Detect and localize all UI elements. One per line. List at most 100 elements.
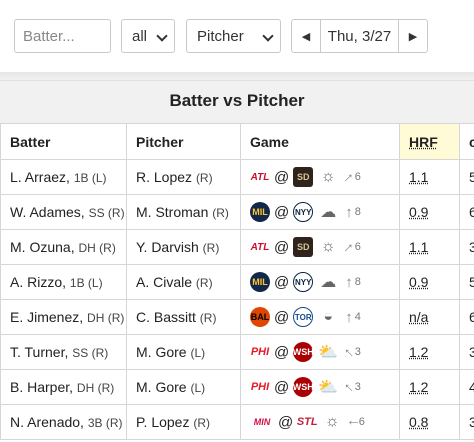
- hrf-value[interactable]: 1.1: [409, 239, 428, 255]
- wind-indicator: ↑ 4: [345, 309, 361, 326]
- wind-arrow-icon: ↑: [345, 308, 353, 326]
- table-row[interactable]: L. Arraez, 1B (L) R. Lopez (R) ATL @ SD ☼ ↑ 6 1.…: [0, 159, 474, 195]
- batter-name[interactable]: M. Ozuna,: [10, 239, 75, 255]
- pitcher-hand: (R): [195, 171, 213, 185]
- batter-cell[interactable]: E. Jimenez, DH (R): [0, 299, 127, 335]
- hrf-cell: 1.1: [399, 159, 460, 195]
- away-team-logo[interactable]: MIL: [250, 272, 270, 292]
- column-header-pitcher[interactable]: Pitcher: [126, 123, 241, 160]
- pitcher-cell[interactable]: M. Gore (L): [126, 334, 241, 370]
- wind-indicator: ↑ 3: [340, 343, 361, 360]
- divider: [0, 72, 474, 80]
- pitcher-cell[interactable]: R. Lopez (R): [126, 159, 241, 195]
- at-symbol: @: [274, 343, 290, 361]
- table-row[interactable]: W. Adames, SS (R) M. Stroman (R) MIL @ NYY ☁ ↑…: [0, 194, 474, 230]
- batter-cell[interactable]: L. Arraez, 1B (L): [0, 159, 127, 195]
- next-date-button[interactable]: ▶: [398, 20, 427, 52]
- hrf-value[interactable]: n/a: [409, 309, 428, 325]
- batter-search-input[interactable]: Batter...: [14, 19, 111, 53]
- batter-name[interactable]: L. Arraez,: [10, 169, 70, 185]
- away-team-logo[interactable]: PHI: [250, 377, 270, 397]
- batter-cell[interactable]: N. Arenado, 3B (R): [0, 404, 127, 440]
- batter-cell[interactable]: M. Ozuna, DH (R): [0, 229, 127, 265]
- home-team-logo[interactable]: SD: [293, 167, 314, 187]
- batter-cell[interactable]: B. Harper, DH (R): [0, 369, 127, 405]
- pitcher-name[interactable]: M. Stroman: [136, 204, 208, 220]
- away-team-logo[interactable]: ATL: [250, 237, 270, 257]
- prev-date-button[interactable]: ◀: [292, 20, 321, 52]
- pitcher-cell[interactable]: A. Civale (R): [126, 264, 241, 300]
- pitcher-cell[interactable]: Y. Darvish (R): [126, 229, 241, 265]
- home-team-logo[interactable]: TOR: [293, 307, 314, 327]
- wind-arrow-icon: ↑: [344, 418, 362, 426]
- column-header-batter[interactable]: Batter: [0, 123, 127, 160]
- at-symbol: @: [274, 238, 290, 256]
- batter-cell[interactable]: A. Rizzo, 1B (L): [0, 264, 127, 300]
- hrf-value[interactable]: 0.9: [409, 204, 428, 220]
- pitcher-cell[interactable]: M. Gore (L): [126, 369, 241, 405]
- wind-indicator: ↑ 6: [340, 238, 361, 255]
- filter-bar: Batter... all Pitcher ◀ Thu, 3/27 ▶: [0, 0, 474, 72]
- date-label[interactable]: Thu, 3/27: [321, 28, 398, 45]
- away-team-logo[interactable]: MIN: [250, 412, 274, 432]
- wind-indicator: ↑ 8: [345, 274, 361, 291]
- batter-position: SS (R): [88, 206, 125, 220]
- cloud-icon: ☁: [320, 204, 337, 221]
- table-row[interactable]: T. Turner, SS (R) M. Gore (L) PHI @ WSH ⛅ ↑ 3 1.…: [0, 334, 474, 370]
- batter-name[interactable]: E. Jimenez,: [10, 309, 83, 325]
- column-header-game[interactable]: Game: [240, 123, 400, 160]
- home-team-logo[interactable]: NYY: [293, 202, 314, 222]
- table-row[interactable]: A. Rizzo, 1B (L) A. Civale (R) MIL @ NYY ☁ ↑ 8 0…: [0, 264, 474, 300]
- pitcher-name[interactable]: M. Gore: [136, 379, 187, 395]
- hrf-value[interactable]: 1.2: [409, 344, 428, 360]
- away-team-logo[interactable]: BAL: [250, 307, 270, 327]
- home-team-logo[interactable]: STL: [297, 412, 318, 432]
- pitcher-name[interactable]: M. Gore: [136, 344, 187, 360]
- wind-indicator: ↑ 6: [344, 414, 364, 431]
- batter-name[interactable]: T. Turner,: [10, 344, 68, 360]
- home-team-logo[interactable]: WSH: [293, 377, 314, 397]
- extra-cell: 3: [459, 229, 474, 265]
- pitcher-cell[interactable]: P. Lopez (R): [126, 404, 241, 440]
- pitcher-name[interactable]: R. Lopez: [136, 169, 192, 185]
- title-bar: Batter vs Pitcher: [0, 80, 474, 120]
- batter-name[interactable]: W. Adames,: [10, 204, 85, 220]
- batter-name[interactable]: B. Harper,: [10, 379, 73, 395]
- home-team-logo[interactable]: NYY: [293, 272, 314, 292]
- pitcher-cell[interactable]: M. Stroman (R): [126, 194, 241, 230]
- extra-cell: 6: [459, 299, 474, 335]
- batter-name[interactable]: A. Rizzo,: [10, 274, 66, 290]
- game-cell: BAL @ TOR ◒ ↑ 4: [240, 299, 400, 335]
- column-header-extra[interactable]: c: [459, 123, 474, 160]
- matchup-type-select[interactable]: Pitcher: [186, 19, 281, 53]
- hrf-value[interactable]: 1.1: [409, 169, 428, 185]
- batter-cell[interactable]: T. Turner, SS (R): [0, 334, 127, 370]
- pitcher-hand: (R): [195, 276, 213, 290]
- pitcher-name[interactable]: C. Bassitt: [136, 309, 196, 325]
- pitcher-name[interactable]: A. Civale: [136, 274, 192, 290]
- away-team-logo[interactable]: PHI: [250, 342, 270, 362]
- home-team-logo[interactable]: WSH: [293, 342, 314, 362]
- pitcher-cell[interactable]: C. Bassitt (R): [126, 299, 241, 335]
- at-symbol: @: [274, 203, 290, 221]
- hrf-value[interactable]: 0.8: [409, 414, 428, 430]
- table-row[interactable]: M. Ozuna, DH (R) Y. Darvish (R) ATL @ SD ☼ ↑ 6 1…: [0, 229, 474, 265]
- away-team-logo[interactable]: ATL: [250, 167, 270, 187]
- game-cell: MIL @ NYY ☁ ↑ 8: [240, 194, 400, 230]
- pitcher-name[interactable]: Y. Darvish: [136, 239, 199, 255]
- table-row[interactable]: E. Jimenez, DH (R) C. Bassitt (R) BAL @ TOR ◒…: [0, 299, 474, 335]
- batter-cell[interactable]: W. Adames, SS (R): [0, 194, 127, 230]
- pitcher-name[interactable]: P. Lopez: [136, 414, 189, 430]
- table-row[interactable]: N. Arenado, 3B (R) P. Lopez (R) MIN @ STL ☼ ↑ 6…: [0, 404, 474, 440]
- filter-select[interactable]: all: [121, 19, 175, 53]
- batter-position: 3B (R): [87, 416, 123, 430]
- hrf-value[interactable]: 1.2: [409, 379, 428, 395]
- game-cell: PHI @ WSH ⛅ ↑ 3: [240, 369, 400, 405]
- wind-speed: 4: [354, 311, 361, 323]
- hrf-value[interactable]: 0.9: [409, 274, 428, 290]
- table-row[interactable]: B. Harper, DH (R) M. Gore (L) PHI @ WSH ⛅ ↑ 3 1.…: [0, 369, 474, 405]
- away-team-logo[interactable]: MIL: [250, 202, 270, 222]
- home-team-logo[interactable]: SD: [293, 237, 314, 257]
- column-header-hrf[interactable]: HRF: [399, 123, 460, 160]
- batter-name[interactable]: N. Arenado,: [10, 414, 84, 430]
